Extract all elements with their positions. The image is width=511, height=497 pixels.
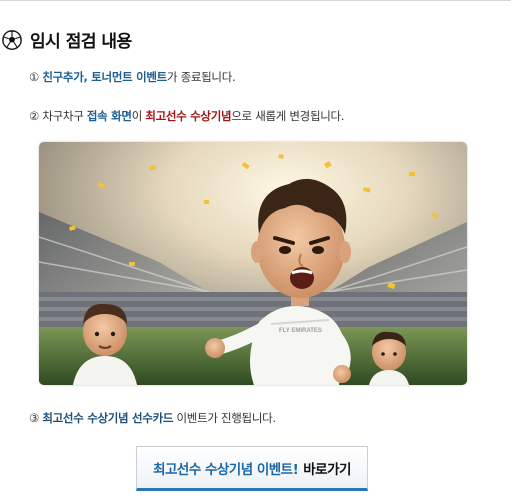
stadium-illustration: FLY EMIRATES	[39, 142, 467, 385]
notice-2-rest: 으로 새롭게 변경됩니다.	[231, 109, 345, 123]
notice-3-marker: ③	[29, 411, 40, 425]
notice-3-rest: 이벤트가 진행됩니다.	[176, 411, 277, 425]
jersey-text: FLY EMIRATES	[279, 328, 322, 334]
notice-2-highlight-screen: 접속 화면	[86, 109, 132, 123]
notice-2-middle: 이	[131, 109, 143, 123]
event-banner-image: FLY EMIRATES	[39, 142, 467, 385]
notice-line-1: ① 친구추가, 토너먼트 이벤트가 종료됩니다.	[29, 69, 236, 85]
event-button-main-label: 최고선수 수상기념 이벤트!	[153, 461, 299, 478]
page-title: 임시 점검 내용	[30, 32, 132, 52]
soccer-ball-icon	[2, 29, 22, 50]
section-header: 임시 점검 내용	[2, 27, 132, 52]
notice-2-marker: ②	[29, 109, 40, 123]
notice-line-2: ② 차구차구 접속 화면이 최고선수 수상기념으로 새롭게 변경됩니다.	[29, 108, 344, 124]
notice-1-marker: ①	[29, 70, 40, 84]
top-divider	[0, 0, 511, 1]
notice-1-rest: 가 종료됩니다.	[166, 70, 236, 84]
event-shortcut-button[interactable]: 최고선수 수상기념 이벤트! 바로가기	[136, 446, 368, 491]
notice-1-highlight: 친구추가, 토너먼트 이벤트	[42, 70, 167, 84]
notice-3-highlight: 최고선수 수상기념 선수카드	[42, 411, 174, 425]
event-button-link-label: 바로가기	[303, 461, 351, 478]
notice-2-prefix: 차구차구	[42, 109, 84, 123]
notice-2-highlight-award: 최고선수 수상기념	[145, 109, 232, 123]
notice-line-3: ③ 최고선수 수상기념 선수카드 이벤트가 진행됩니다.	[29, 410, 276, 426]
